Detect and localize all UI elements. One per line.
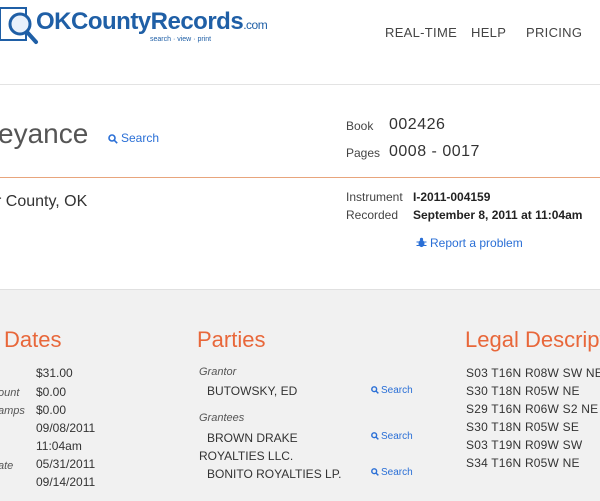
title-search-label: Search [121, 131, 160, 145]
dates-row-value: $0.00 [36, 403, 67, 417]
bug-icon [416, 237, 427, 248]
logo-tagline: search · view · print [150, 36, 212, 43]
book-value: 002426 [389, 116, 446, 133]
nav-realtime[interactable]: REAL-TIME [385, 25, 457, 40]
pages-label: Pages [346, 146, 381, 160]
report-problem-link[interactable]: Report a problem [416, 236, 523, 250]
instrument-value: I-2011-004159 [413, 190, 491, 204]
search-icon [371, 468, 379, 476]
magnifier-logo-icon [0, 7, 38, 44]
dates-row-label: ount [0, 387, 20, 399]
grantor-search-link[interactable]: Search [371, 385, 413, 396]
search-icon [371, 386, 379, 394]
grantor-search-label: Search [381, 385, 413, 396]
dates-row-value: $0.00 [36, 385, 67, 399]
grantee-search-link[interactable]: Search [371, 467, 413, 478]
grantee-name-continued: ROYALTIES LLC. [199, 449, 294, 463]
report-problem-label: Report a problem [430, 236, 523, 250]
grantor-name: BUTOWSKY, ED [207, 384, 298, 398]
grantee-search-link[interactable]: Search [371, 431, 413, 442]
document-title: eyance [0, 118, 89, 149]
book-label: Book [346, 119, 374, 133]
county-label: r County, OK [0, 193, 88, 210]
dates-row-label: ate [0, 460, 14, 472]
recorded-value: September 8, 2011 at 11:04am [413, 208, 583, 222]
pages-value: 0008 - 0017 [389, 143, 480, 160]
site-header: OKCountyRecords.com search · view · prin… [0, 0, 600, 85]
dates-row-value: 09/14/2011 [36, 475, 96, 489]
instrument-label: Instrument [346, 190, 403, 204]
logo-wordmark: OKCountyRecords.com [36, 8, 268, 35]
title-search-link[interactable]: Search [108, 131, 159, 145]
dates-row-value: 11:04am [36, 439, 82, 453]
site-logo[interactable]: OKCountyRecords.com search · view · prin… [0, 4, 268, 50]
dates-heading: Dates [4, 327, 62, 352]
grantee-name: BROWN DRAKE [207, 431, 298, 445]
legal-line: S30 T18N R05W NE [466, 384, 580, 398]
legal-line: S34 T16N R05W NE [466, 456, 580, 470]
grantees-label: Grantees [199, 412, 245, 424]
grantee-search-label: Search [381, 431, 413, 442]
legal-line: S29 T16N R06W S2 NE [466, 402, 599, 416]
grantee-name: BONITO ROYALTIES LP. [207, 467, 342, 481]
search-icon [371, 432, 379, 440]
dates-row-label: amps [0, 405, 25, 417]
search-icon [108, 134, 118, 144]
legal-line: S03 T16N R08W SW NE N [466, 366, 600, 380]
details-panel: Dates ount amps ate $31.00 $0.00 $0.00 0… [0, 289, 600, 501]
section-divider [0, 177, 600, 178]
dates-row-value: 05/31/2011 [36, 457, 96, 471]
dates-row-value: $31.00 [36, 366, 73, 380]
legal-line: S03 T19N R09W SW [466, 438, 583, 452]
dates-row-value: 09/08/2011 [36, 421, 96, 435]
grantee-search-label: Search [381, 467, 413, 478]
legal-line: S30 T18N R05W SE [466, 420, 580, 434]
legal-description-heading: Legal Descript [465, 327, 600, 352]
nav-help[interactable]: HELP [471, 25, 506, 40]
recorded-label: Recorded [346, 208, 399, 222]
grantor-label: Grantor [199, 366, 237, 378]
parties-heading: Parties [197, 327, 266, 352]
nav-pricing[interactable]: PRICING [526, 25, 582, 40]
